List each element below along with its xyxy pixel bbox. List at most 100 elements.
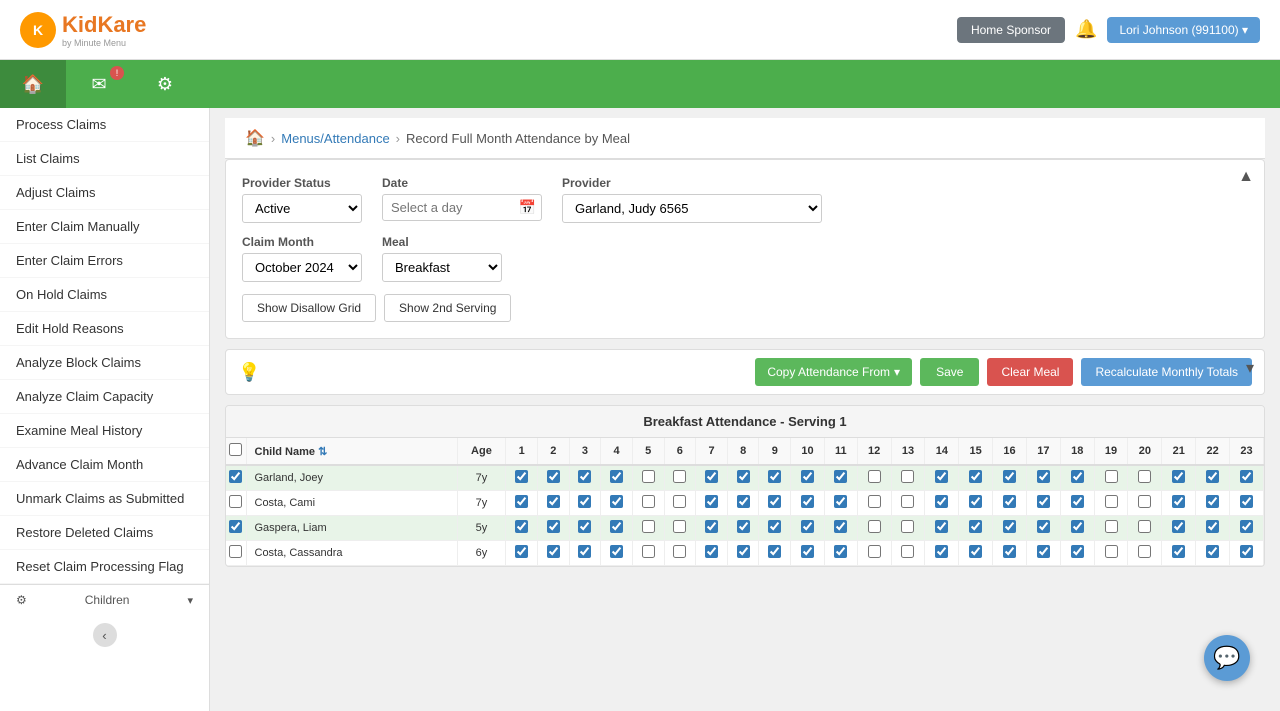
attendance-checkbox[interactable] [578,495,591,508]
attendance-checkbox[interactable] [610,495,623,508]
filter-panel-collapse-btn[interactable]: ▲ [1238,168,1254,186]
sidebar-item-enter-claim-errors[interactable]: Enter Claim Errors [0,244,209,278]
attendance-checkbox[interactable] [1003,470,1016,483]
attendance-checkbox[interactable] [673,545,686,558]
attendance-checkbox[interactable] [1172,495,1185,508]
sidebar-item-on-hold-claims[interactable]: On Hold Claims [0,278,209,312]
attendance-checkbox[interactable] [935,470,948,483]
attendance-checkbox[interactable] [673,520,686,533]
attendance-checkbox[interactable] [868,470,881,483]
attendance-checkbox[interactable] [642,520,655,533]
attendance-checkbox[interactable] [935,545,948,558]
attendance-checkbox[interactable] [547,545,560,558]
row-select-checkbox[interactable] [229,520,242,533]
claim-month-select[interactable]: October 2024 [242,253,362,282]
attendance-checkbox[interactable] [610,545,623,558]
attendance-checkbox[interactable] [935,520,948,533]
attendance-checkbox[interactable] [578,520,591,533]
col-child-name[interactable]: Child Name ⇅ [246,438,457,465]
clear-meal-button[interactable]: Clear Meal [987,358,1073,386]
sidebar-item-analyze-claim-capacity[interactable]: Analyze Claim Capacity [0,380,209,414]
attendance-checkbox[interactable] [935,495,948,508]
attendance-checkbox[interactable] [768,545,781,558]
meal-select[interactable]: Breakfast Lunch PM Snack Dinner [382,253,502,282]
attendance-checkbox[interactable] [1071,495,1084,508]
attendance-checkbox[interactable] [705,470,718,483]
show-2nd-serving-button[interactable]: Show 2nd Serving [384,294,511,322]
attendance-checkbox[interactable] [547,495,560,508]
sidebar-item-process-claims[interactable]: Process Claims [0,108,209,142]
row-select-checkbox[interactable] [229,495,242,508]
attendance-checkbox[interactable] [1138,470,1151,483]
attendance-checkbox[interactable] [969,495,982,508]
sidebar-collapse-button[interactable]: ‹ [93,623,117,647]
attendance-checkbox[interactable] [1240,495,1253,508]
provider-status-select[interactable]: Active Inactive All [242,194,362,223]
sort-icon[interactable]: ⇅ [318,446,327,458]
attendance-checkbox[interactable] [834,470,847,483]
attendance-checkbox[interactable] [834,495,847,508]
attendance-checkbox[interactable] [1206,470,1219,483]
attendance-checkbox[interactable] [705,520,718,533]
recalculate-button[interactable]: Recalculate Monthly Totals [1081,358,1252,386]
sidebar-children-section[interactable]: ⚙ Children ▾ [0,584,209,615]
sidebar-item-analyze-block-claims[interactable]: Analyze Block Claims [0,346,209,380]
attendance-checkbox[interactable] [1105,545,1118,558]
attendance-checkbox[interactable] [834,520,847,533]
sidebar-item-adjust-claims[interactable]: Adjust Claims [0,176,209,210]
home-sponsor-button[interactable]: Home Sponsor [957,17,1065,43]
sidebar-item-list-claims[interactable]: List Claims [0,142,209,176]
attendance-checkbox[interactable] [801,545,814,558]
attendance-checkbox[interactable] [1138,545,1151,558]
sidebar-item-enter-claim-manually[interactable]: Enter Claim Manually [0,210,209,244]
attendance-checkbox[interactable] [673,495,686,508]
attendance-checkbox[interactable] [834,545,847,558]
attendance-checkbox[interactable] [1206,495,1219,508]
attendance-checkbox[interactable] [737,545,750,558]
chat-button[interactable]: 💬 [1204,635,1250,681]
row-select-checkbox[interactable] [229,545,242,558]
attendance-checkbox[interactable] [610,470,623,483]
date-input[interactable] [382,194,542,221]
sidebar-item-reset-claim-flag[interactable]: Reset Claim Processing Flag [0,550,209,584]
attendance-checkbox[interactable] [1138,495,1151,508]
attendance-checkbox[interactable] [673,470,686,483]
attendance-checkbox[interactable] [1206,545,1219,558]
attendance-checkbox[interactable] [610,520,623,533]
attendance-checkbox[interactable] [1105,470,1118,483]
provider-select[interactable]: Garland, Judy 6565 [562,194,822,223]
attendance-checkbox[interactable] [578,545,591,558]
nav-settings[interactable]: ⚙ [132,60,198,108]
attendance-checkbox[interactable] [868,495,881,508]
sidebar-item-edit-hold-reasons[interactable]: Edit Hold Reasons [0,312,209,346]
attendance-checkbox[interactable] [515,520,528,533]
attendance-checkbox[interactable] [642,470,655,483]
attendance-checkbox[interactable] [1105,495,1118,508]
attendance-checkbox[interactable] [1172,520,1185,533]
attendance-checkbox[interactable] [705,495,718,508]
nav-messages[interactable]: ✉ ! [66,60,132,108]
nav-home[interactable]: 🏠 [0,60,66,108]
attendance-checkbox[interactable] [801,520,814,533]
attendance-checkbox[interactable] [1240,520,1253,533]
attendance-checkbox[interactable] [1071,545,1084,558]
attendance-checkbox[interactable] [515,545,528,558]
attendance-checkbox[interactable] [1037,495,1050,508]
attendance-checkbox[interactable] [1240,470,1253,483]
row-select-checkbox[interactable] [229,470,242,483]
attendance-checkbox[interactable] [801,470,814,483]
attendance-checkbox[interactable] [1206,520,1219,533]
attendance-checkbox[interactable] [768,495,781,508]
attendance-checkbox[interactable] [547,520,560,533]
attendance-checkbox[interactable] [901,495,914,508]
breadcrumb-home-icon[interactable]: 🏠 [245,128,265,148]
attendance-checkbox[interactable] [515,470,528,483]
attendance-checkbox[interactable] [1037,470,1050,483]
select-all-checkbox[interactable] [229,443,242,456]
attendance-checkbox[interactable] [969,470,982,483]
attendance-checkbox[interactable] [547,470,560,483]
attendance-checkbox[interactable] [901,520,914,533]
action-panel-expand-btn[interactable]: ▾ [1246,358,1254,378]
attendance-checkbox[interactable] [705,545,718,558]
sidebar-item-unmark-claims[interactable]: Unmark Claims as Submitted [0,482,209,516]
